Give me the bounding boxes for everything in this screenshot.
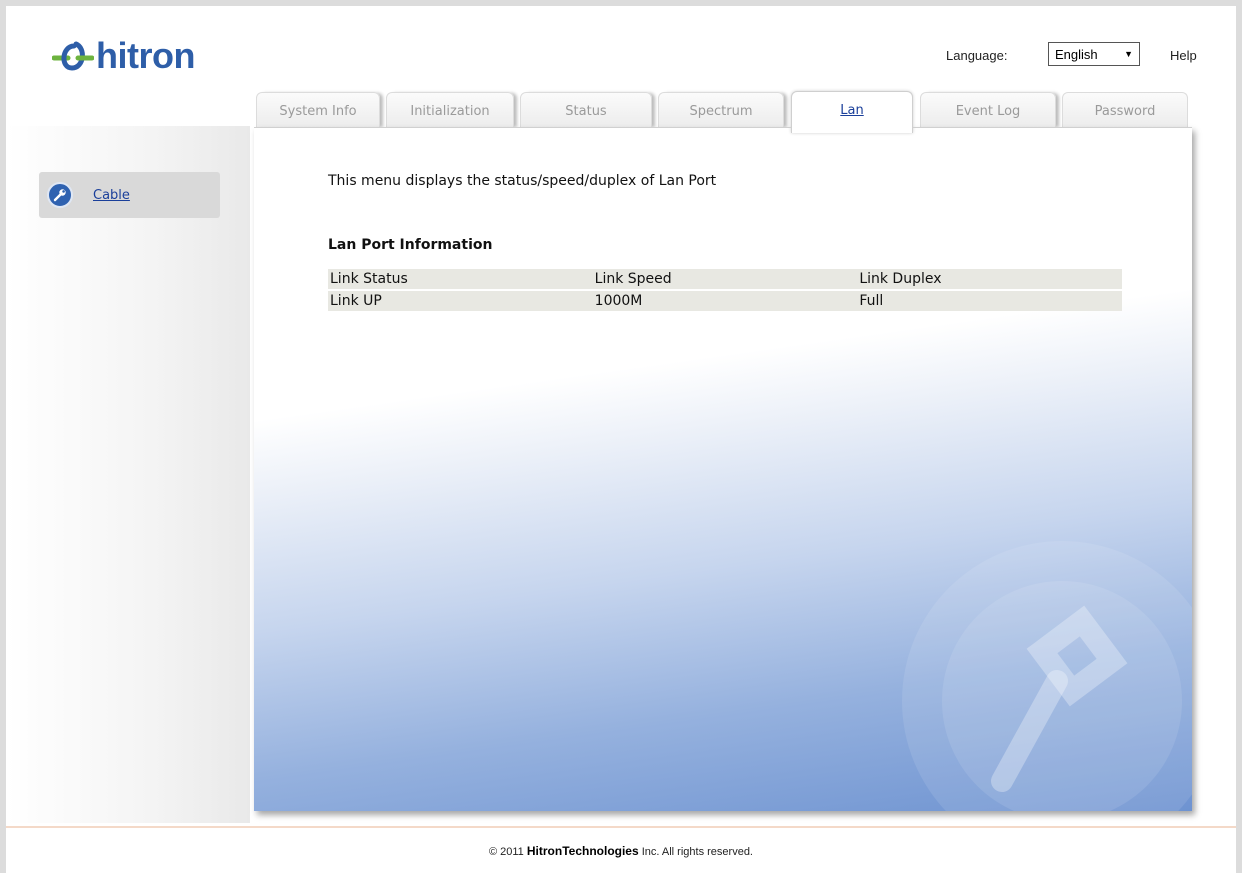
- footer-brand: HitronTechnologies: [526, 844, 639, 858]
- sidebar: Cable: [6, 126, 250, 823]
- panel-divider: [254, 127, 1192, 128]
- footer-divider: [6, 826, 1236, 828]
- hitron-logo[interactable]: hitron: [52, 34, 195, 78]
- section-title: Lan Port Information: [328, 237, 493, 253]
- footer: © 2011 HitronTechnologies Inc. All right…: [6, 844, 1236, 858]
- language-label: Language:: [946, 48, 1008, 63]
- tab-status[interactable]: Status: [520, 92, 652, 128]
- wrench-watermark-icon: [902, 541, 1192, 811]
- lan-port-table: Link Status Link Speed Link Duplex Link …: [328, 267, 1122, 313]
- hitron-logo-icon: [52, 41, 94, 71]
- tab-password[interactable]: Password: [1062, 92, 1188, 128]
- table-header-row: Link Status Link Speed Link Duplex: [328, 269, 1122, 289]
- table-cell: Link UP: [328, 291, 593, 311]
- content-panel: This menu displays the status/speed/dupl…: [254, 127, 1192, 811]
- tab-initialization[interactable]: Initialization: [386, 92, 514, 128]
- table-cell: 1000M: [592, 291, 858, 311]
- table-header-cell: Link Status: [328, 269, 593, 289]
- tab-lan[interactable]: Lan: [791, 91, 913, 133]
- table-row: Link UP 1000M Full: [328, 291, 1122, 311]
- sidebar-item-cable[interactable]: Cable: [39, 172, 220, 218]
- tab-system-info[interactable]: System Info: [256, 92, 380, 128]
- sidebar-item-label: Cable: [93, 187, 130, 203]
- wrench-icon: [47, 182, 73, 208]
- table-cell: Full: [857, 291, 1122, 311]
- language-select[interactable]: English ▼: [1048, 42, 1140, 66]
- table-header-cell: Link Duplex: [857, 269, 1122, 289]
- tab-event-log[interactable]: Event Log: [920, 92, 1056, 128]
- page-description: This menu displays the status/speed/dupl…: [328, 173, 717, 189]
- copyright-prefix: © 2011: [488, 846, 524, 858]
- dropdown-arrow-icon: ▼: [1124, 49, 1133, 59]
- language-value: English: [1055, 46, 1098, 62]
- tab-spectrum[interactable]: Spectrum: [658, 92, 784, 128]
- table-header-cell: Link Speed: [592, 269, 858, 289]
- help-link[interactable]: Help: [1170, 48, 1197, 63]
- page-frame: hitron Language: English ▼ Help Cable Sy…: [6, 6, 1236, 873]
- logo-text: hitron: [96, 35, 195, 76]
- copyright-suffix: Inc. All rights reserved.: [641, 846, 753, 858]
